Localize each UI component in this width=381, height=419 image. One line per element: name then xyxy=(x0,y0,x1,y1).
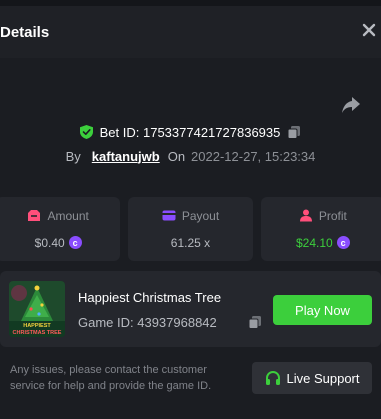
game-thumbnail[interactable]: HAPPIEST CHRISTMAS TREE xyxy=(9,281,65,337)
stats-row: Amount $0.40 c Payout 61.25 x Profit $24… xyxy=(0,197,381,261)
stat-amount: Amount $0.40 c xyxy=(0,197,121,261)
by-label: By xyxy=(65,148,81,164)
live-support-button[interactable]: Live Support xyxy=(252,362,372,394)
headset-icon xyxy=(265,370,280,385)
profit-icon xyxy=(299,209,312,222)
close-icon[interactable] xyxy=(361,22,377,38)
details-header: Details xyxy=(0,6,381,58)
thumb-text-2: CHRISTMAS TREE xyxy=(13,330,62,336)
thumb-text-1: HAPPIEST xyxy=(23,323,51,329)
game-id: Game ID: 43937968842 xyxy=(78,315,217,330)
bet-id-row: Bet ID: 1753377421727836935 xyxy=(0,124,381,140)
bet-id-label: Bet ID: 1753377421727836935 xyxy=(99,124,281,140)
verified-shield-icon xyxy=(79,125,93,139)
on-label: On xyxy=(167,148,186,164)
username-link[interactable]: kaftanujwb xyxy=(92,149,160,164)
page-title: Details xyxy=(0,23,50,41)
payout-label: Payout xyxy=(181,208,220,223)
support-note: Any issues, please contact the customer … xyxy=(10,364,212,392)
game-name: Happiest Christmas Tree xyxy=(78,290,222,305)
stat-payout: Payout 61.25 x xyxy=(128,197,253,261)
amount-icon xyxy=(28,210,41,221)
profit-value: $24.10 xyxy=(295,235,333,250)
bet-meta-row: By kaftanujwb On 2022-12-27, 15:23:34 xyxy=(0,148,381,164)
copy-icon[interactable] xyxy=(248,315,262,329)
coin-icon: c xyxy=(336,236,350,249)
amount-label: Amount xyxy=(47,208,89,223)
profit-label: Profit xyxy=(318,208,347,223)
share-icon[interactable] xyxy=(341,96,361,114)
payout-value: 61.25 x xyxy=(170,235,211,250)
game-card: HAPPIEST CHRISTMAS TREE Happiest Christm… xyxy=(0,271,381,347)
christmas-tree-image: HAPPIEST CHRISTMAS TREE xyxy=(9,281,65,337)
stat-profit: Profit $24.10 c xyxy=(260,197,381,261)
live-support-label: Live Support xyxy=(286,370,360,386)
copy-icon[interactable] xyxy=(287,125,301,139)
amount-value: $0.40 xyxy=(34,235,65,250)
play-now-button[interactable]: Play Now xyxy=(273,295,372,325)
coin-icon: c xyxy=(68,236,82,249)
bet-date: 2022-12-27, 15:23:34 xyxy=(191,148,316,164)
payout-icon xyxy=(162,210,176,221)
